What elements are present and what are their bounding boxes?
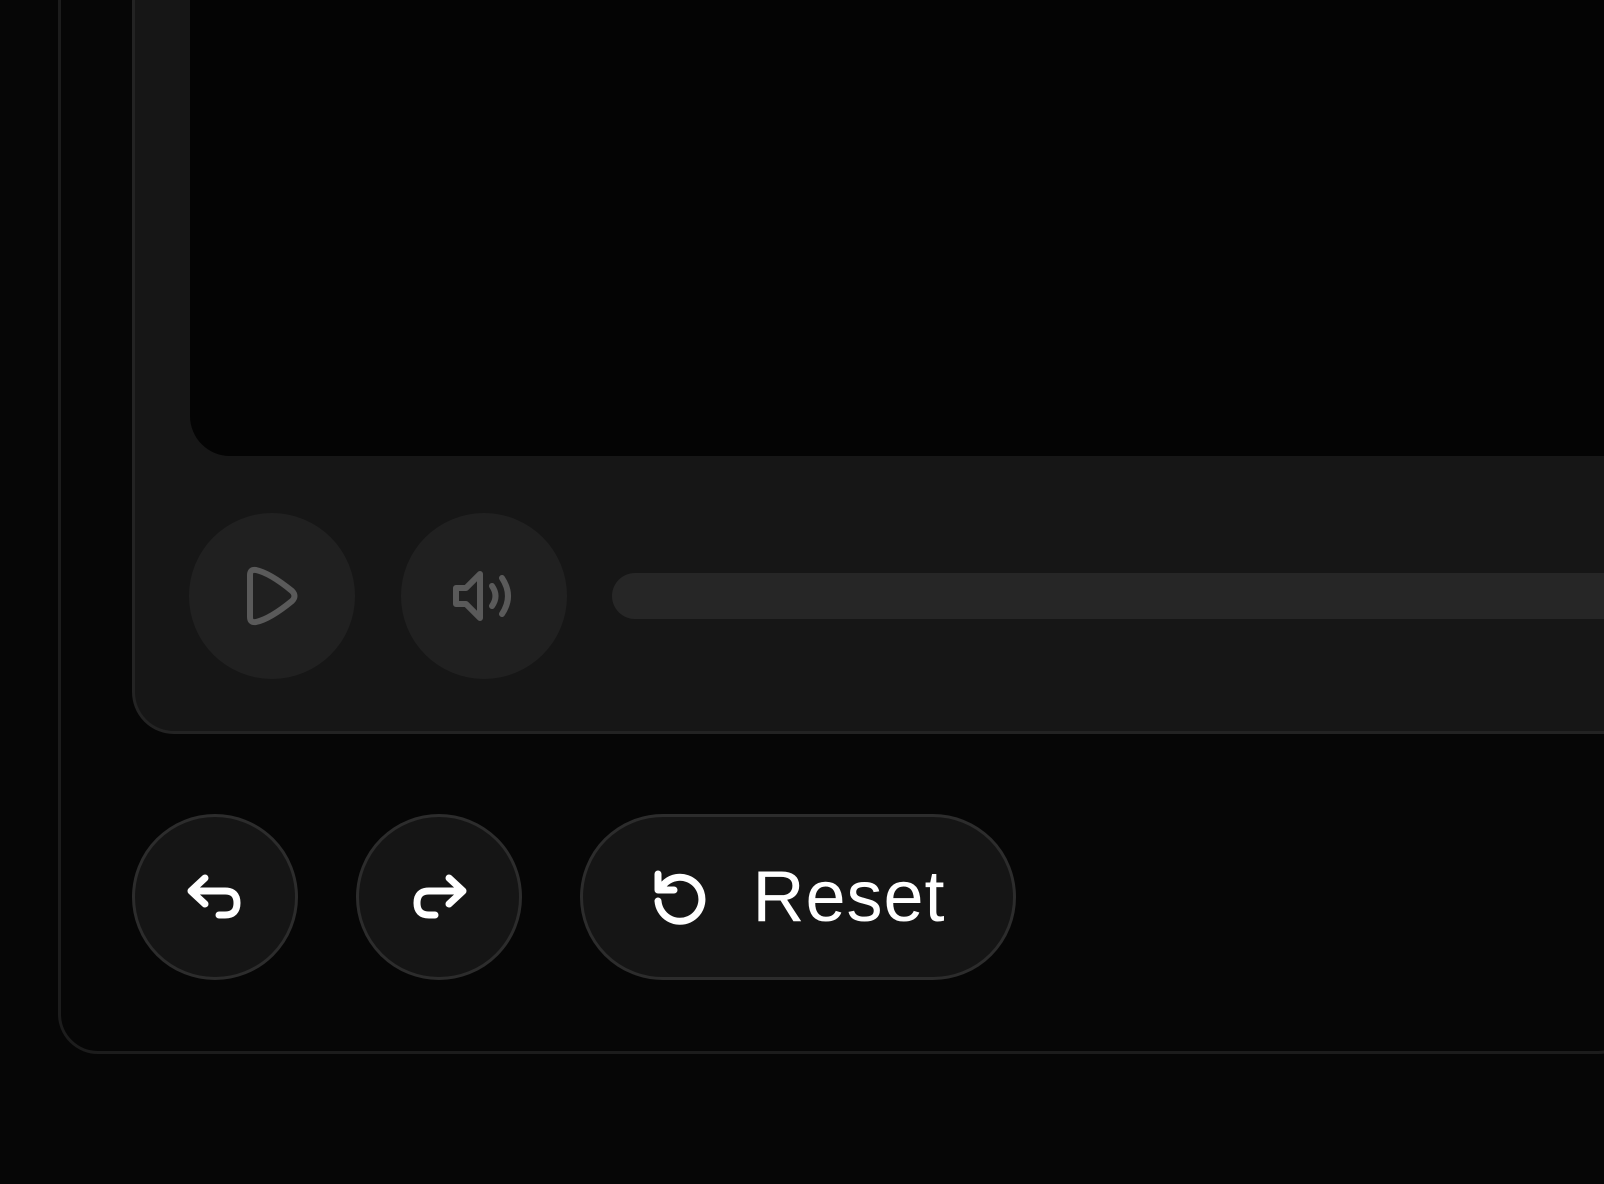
reset-button[interactable]: Reset — [580, 814, 1016, 980]
play-button[interactable] — [189, 513, 355, 679]
volume-icon — [452, 568, 516, 624]
play-icon — [242, 565, 302, 627]
progress-bar[interactable] — [612, 573, 1604, 619]
reset-icon — [650, 868, 708, 926]
redo-button[interactable] — [356, 814, 522, 980]
redo-icon — [411, 874, 467, 920]
video-preview — [190, 0, 1604, 456]
undo-icon — [187, 874, 243, 920]
volume-button[interactable] — [401, 513, 567, 679]
undo-button[interactable] — [132, 814, 298, 980]
reset-label: Reset — [752, 857, 946, 937]
